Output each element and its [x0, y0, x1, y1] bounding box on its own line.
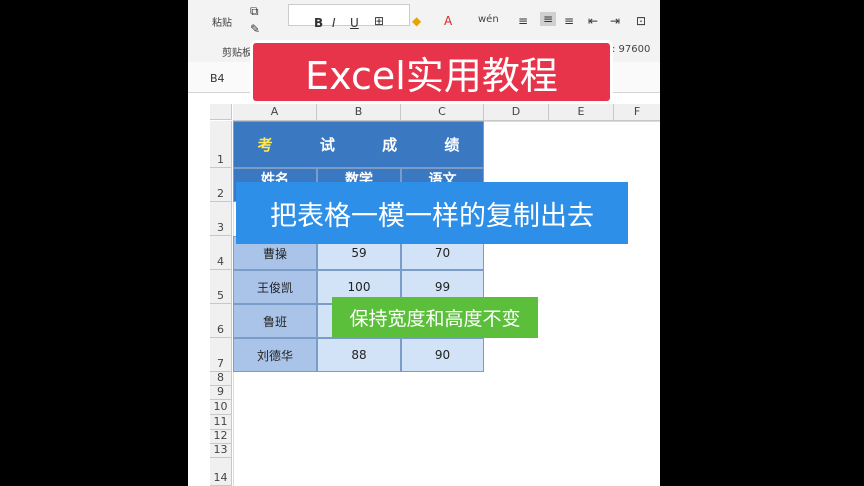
row-header-8[interactable]: 8 — [210, 371, 232, 386]
table-cell-math[interactable]: 88 — [317, 338, 401, 372]
tutorial-title-banner: Excel实用教程 — [250, 40, 613, 104]
column-header-b[interactable]: B — [317, 104, 401, 121]
align-right-icon[interactable]: ≡ — [564, 14, 574, 28]
row-header-14[interactable]: 14 — [210, 458, 232, 486]
row-header-4[interactable]: 4 — [210, 236, 232, 270]
column-header-d[interactable]: D — [484, 104, 549, 121]
table-title-cell[interactable]: 考 试 成 绩 — [233, 121, 484, 168]
row-header-7[interactable]: 7 — [210, 338, 232, 372]
font-name-select[interactable] — [288, 4, 410, 26]
title-char: 绩 — [444, 136, 460, 154]
paste-button[interactable]: 粘贴 — [212, 14, 232, 29]
merge-icon[interactable]: ⊡ — [636, 14, 646, 28]
column-header-e[interactable]: E — [549, 104, 614, 121]
border-icon[interactable]: ⊞ — [374, 14, 384, 28]
column-header-a[interactable]: A — [233, 104, 317, 121]
row-header-11[interactable]: 11 — [210, 415, 232, 430]
underline-button[interactable]: U — [350, 16, 359, 30]
caption-banner-copy-table: 把表格一模一样的复制出去 — [236, 182, 628, 244]
clipboard-group-label: 剪贴板 — [222, 48, 252, 59]
row-header-6[interactable]: 6 — [210, 304, 232, 338]
title-char: 成 — [382, 136, 398, 154]
title-char: 试 — [319, 136, 335, 154]
caption-banner-keep-size: 保持宽度和高度不变 — [332, 297, 538, 338]
table-cell-chinese[interactable]: 90 — [401, 338, 484, 372]
column-header-f[interactable]: F — [614, 104, 660, 121]
row-header-12[interactable]: 12 — [210, 429, 232, 444]
row-header-1[interactable]: 1 — [210, 121, 232, 168]
status-fragment: : 97600 — [612, 44, 651, 55]
row-header-5[interactable]: 5 — [210, 270, 232, 304]
indent-increase-icon[interactable]: ⇥ — [610, 14, 620, 28]
row-header-2[interactable]: 2 — [210, 168, 232, 202]
row-header-9[interactable]: 9 — [210, 385, 232, 400]
table-cell-name[interactable]: 王俊凯 — [233, 270, 317, 304]
align-left-icon[interactable]: ≡ — [518, 14, 528, 28]
copy-icon[interactable]: ⧉ — [250, 4, 259, 19]
title-char: 考 — [257, 136, 273, 154]
select-all-corner[interactable] — [210, 104, 232, 120]
align-center-icon[interactable]: ≡ — [540, 12, 557, 26]
phonetic-button[interactable]: wén — [478, 14, 499, 25]
column-header-c[interactable]: C — [401, 104, 484, 121]
italic-button[interactable]: I — [332, 16, 336, 30]
row-header-13[interactable]: 13 — [210, 443, 232, 458]
indent-decrease-icon[interactable]: ⇤ — [588, 14, 598, 28]
font-color-icon[interactable]: A — [444, 14, 452, 28]
table-cell-name[interactable]: 鲁班 — [233, 304, 317, 338]
fill-color-icon[interactable]: ◆ — [412, 14, 421, 28]
row-header-3[interactable]: 3 — [210, 202, 232, 236]
bold-button[interactable]: B — [314, 16, 323, 30]
row-header-10[interactable]: 10 — [210, 400, 232, 415]
format-painter-icon[interactable]: ✎ — [250, 22, 260, 36]
table-cell-name[interactable]: 刘德华 — [233, 338, 317, 372]
